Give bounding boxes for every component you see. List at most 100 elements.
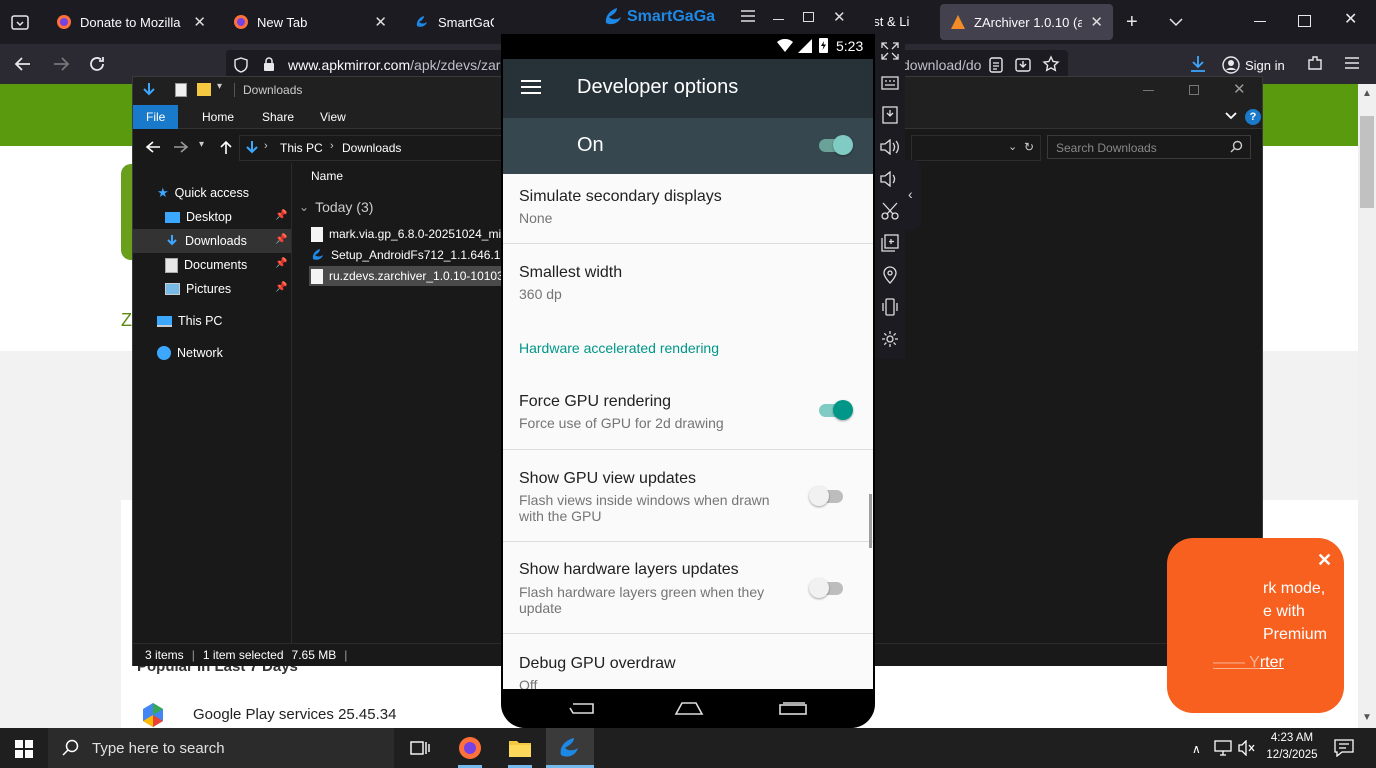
- close-tab-icon[interactable]: ✕: [193, 13, 206, 31]
- scrollbar-thumb[interactable]: [1360, 116, 1374, 208]
- setting-smallest-width[interactable]: Smallest width 360 dp: [503, 245, 873, 321]
- nav-pictures[interactable]: Pictures 📌: [133, 277, 291, 301]
- windows-start-icon[interactable]: [15, 740, 33, 758]
- lock-icon[interactable]: [262, 56, 276, 73]
- taskbar-search-box[interactable]: Type here to search: [48, 728, 394, 768]
- nav-downloads[interactable]: Downloads 📌: [133, 229, 291, 253]
- nav-quick-access[interactable]: ★ Quick access: [133, 181, 291, 205]
- close-tab-icon[interactable]: ✕: [1090, 13, 1103, 31]
- pin-icon[interactable]: 📌: [275, 258, 287, 269]
- forward-icon[interactable]: [173, 140, 189, 154]
- bookmark-star-icon[interactable]: [1042, 55, 1060, 73]
- android-back-icon[interactable]: [569, 701, 597, 715]
- promo-link[interactable]: —— Yrter: [1213, 654, 1284, 672]
- tab-zarchiver[interactable]: ZArchiver 1.0.10 (arm64-v8a) ✕: [940, 4, 1113, 40]
- location-pin-icon[interactable]: [875, 260, 905, 290]
- list-item[interactable]: Google Play services 25.45.34: [193, 706, 396, 723]
- gpu-view-updates-toggle[interactable]: [809, 486, 845, 506]
- group-today[interactable]: ⌄ Today (3): [299, 199, 373, 215]
- address-dropdown-icon[interactable]: ⌄: [1008, 140, 1017, 153]
- pin-icon[interactable]: 📌: [275, 234, 287, 245]
- minimize-icon[interactable]: [1143, 90, 1154, 91]
- tab-list-icon[interactable]: [10, 12, 30, 32]
- volume-up-icon[interactable]: [875, 132, 905, 162]
- expand-ribbon-icon[interactable]: [1225, 111, 1237, 121]
- help-icon[interactable]: ?: [1245, 109, 1261, 125]
- emulator-maximize-icon[interactable]: [803, 12, 814, 22]
- downloads-icon[interactable]: [1188, 54, 1208, 74]
- file-row[interactable]: mark.via.gp_6.8.0-20251024_min: [311, 224, 503, 244]
- emulator-minimize-icon[interactable]: [773, 19, 784, 20]
- android-recents-icon[interactable]: [779, 702, 807, 716]
- ribbon-tab-share[interactable]: Share: [249, 105, 307, 129]
- show-hidden-icons-icon[interactable]: ∧: [1192, 742, 1201, 756]
- collapse-toolbar-tab[interactable]: ‹: [905, 160, 921, 230]
- nav-desktop[interactable]: Desktop 📌: [133, 205, 291, 229]
- network-status-icon[interactable]: [1214, 740, 1232, 756]
- screenshot-scissors-icon[interactable]: [875, 196, 905, 226]
- quick-access-dropdown-icon[interactable]: ▾: [217, 81, 222, 92]
- chevron-down-icon[interactable]: [1168, 16, 1184, 28]
- developer-options-master-switch-row[interactable]: On: [503, 118, 873, 174]
- ribbon-tab-file[interactable]: File: [133, 105, 179, 129]
- refresh-icon[interactable]: ↻: [1024, 140, 1034, 154]
- restore-icon[interactable]: [1298, 15, 1311, 27]
- extensions-icon[interactable]: [1306, 54, 1324, 72]
- notifications-icon[interactable]: [1334, 739, 1354, 757]
- tab-donate-mozilla[interactable]: Donate to Mozilla Foundation ✕: [46, 4, 216, 40]
- breadcrumb-downloads[interactable]: Downloads: [342, 141, 401, 155]
- close-window-icon[interactable]: ✕: [1233, 80, 1246, 98]
- breadcrumb-this-pc[interactable]: This PC: [280, 141, 323, 155]
- pin-icon[interactable]: 📌: [275, 210, 287, 221]
- address-bar[interactable]: › This PC › Downloads: [239, 135, 503, 161]
- save-to-pocket-icon[interactable]: [1014, 56, 1032, 74]
- nav-documents[interactable]: Documents 📌: [133, 253, 291, 277]
- taskbar-smartgaga[interactable]: [546, 728, 594, 768]
- nav-this-pc[interactable]: This PC: [133, 309, 291, 333]
- close-tab-icon[interactable]: ✕: [374, 13, 387, 31]
- tab-new-tab[interactable]: New Tab ✕: [223, 4, 397, 40]
- forward-icon[interactable]: [52, 56, 70, 72]
- taskbar-file-explorer[interactable]: [496, 728, 544, 768]
- close-promo-icon[interactable]: ✕: [1317, 550, 1332, 571]
- master-switch-toggle[interactable]: [817, 135, 853, 155]
- volume-down-icon[interactable]: [875, 164, 905, 194]
- shake-icon[interactable]: [875, 292, 905, 322]
- search-downloads-input[interactable]: Search Downloads: [1047, 135, 1251, 159]
- taskbar-date[interactable]: 12/3/2025: [1262, 749, 1322, 761]
- reload-icon[interactable]: [88, 55, 106, 73]
- task-view-button[interactable]: [396, 728, 444, 768]
- volume-muted-icon[interactable]: [1238, 740, 1256, 756]
- file-row[interactable]: Setup_AndroidFs712_1.1.646.1: [311, 245, 503, 265]
- chevron-left-icon[interactable]: ‹: [908, 186, 913, 202]
- emulator-menu-icon[interactable]: [741, 10, 755, 22]
- fullscreen-icon[interactable]: [875, 36, 905, 66]
- ribbon-tab-view[interactable]: View: [307, 105, 359, 129]
- back-icon[interactable]: [14, 56, 32, 72]
- multi-instance-icon[interactable]: [875, 228, 905, 258]
- properties-icon[interactable]: [175, 83, 187, 97]
- back-icon[interactable]: [145, 140, 161, 154]
- install-apk-icon[interactable]: [875, 100, 905, 130]
- minimize-icon[interactable]: [1254, 21, 1266, 22]
- keyboard-mapping-icon[interactable]: [875, 68, 905, 98]
- emulator-close-icon[interactable]: ✕: [833, 8, 846, 26]
- taskbar-firefox[interactable]: [446, 728, 494, 768]
- shield-icon[interactable]: [234, 57, 248, 73]
- close-window-icon[interactable]: ✕: [1344, 12, 1357, 28]
- new-folder-icon[interactable]: [197, 83, 211, 96]
- settings-gear-icon[interactable]: [875, 324, 905, 354]
- navigation-drawer-icon[interactable]: [521, 79, 541, 95]
- menu-icon[interactable]: [1344, 56, 1360, 70]
- maximize-icon[interactable]: [1189, 85, 1199, 95]
- setting-show-gpu-view-updates[interactable]: Show GPU view updates Flash views inside…: [503, 451, 873, 542]
- column-header-name[interactable]: Name: [311, 169, 343, 183]
- nav-network[interactable]: Network: [133, 341, 291, 365]
- setting-force-gpu-rendering[interactable]: Force GPU rendering Force use of GPU for…: [503, 370, 873, 450]
- taskbar-time[interactable]: 4:23 AM: [1262, 732, 1322, 744]
- sign-in-button[interactable]: Sign in: [1222, 52, 1290, 78]
- setting-simulate-secondary-displays[interactable]: Simulate secondary displays None: [503, 174, 873, 244]
- force-gpu-toggle[interactable]: [817, 400, 853, 420]
- page-scrollbar[interactable]: ▲ ▼: [1358, 84, 1376, 728]
- tab-smartgaga[interactable]: SmartGaGa D: [404, 4, 504, 40]
